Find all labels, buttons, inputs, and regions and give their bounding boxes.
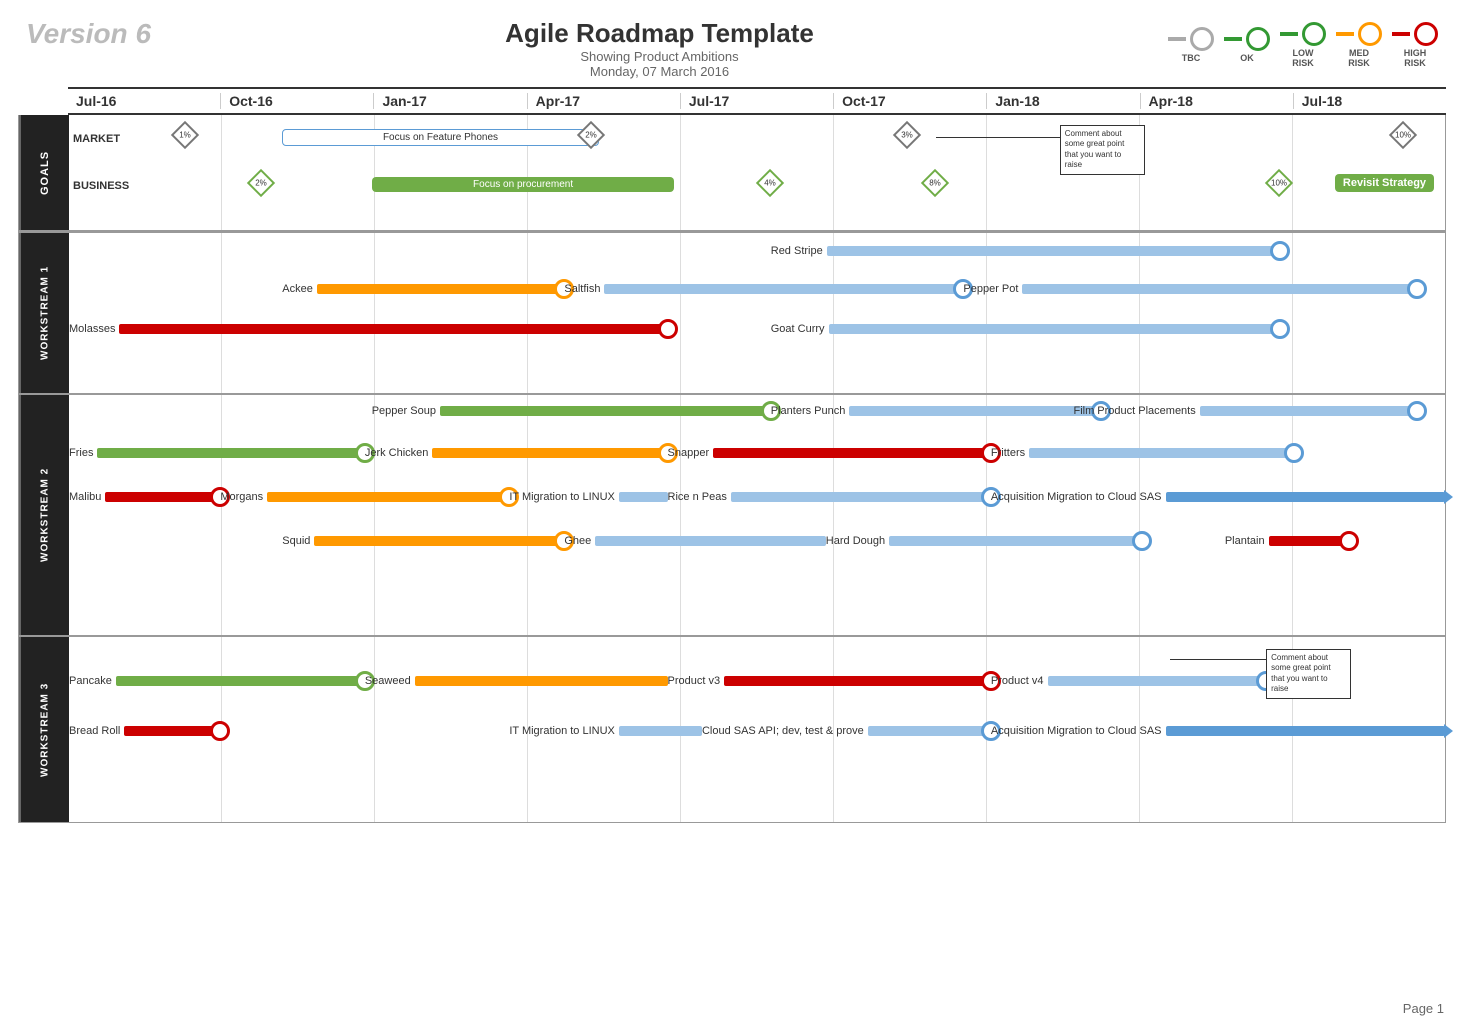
ws3-acquisition-migration: Acquisition Migration to Cloud SAS xyxy=(991,725,1445,737)
ws3-label: WORKSTREAM 3 xyxy=(19,637,69,822)
date: Monday, 07 March 2016 xyxy=(151,64,1168,79)
workstreams-grid: WORKSTREAM 1 Red Stripe xyxy=(18,233,1446,823)
page-title: Agile Roadmap Template xyxy=(151,18,1168,49)
market-comment: Comment about some great point that you … xyxy=(1060,125,1145,175)
market-diamond-3: 3% xyxy=(897,125,917,145)
subtitle: Showing Product Ambitions xyxy=(151,49,1168,64)
workstreams-content: WORKSTREAM 1 Red Stripe xyxy=(19,233,1445,822)
ws3-it-migration: IT Migration to LINUX xyxy=(509,725,702,737)
market-diamond-1: 1% xyxy=(175,125,195,145)
ws3-product-v3: Product v3 xyxy=(668,675,991,687)
ws2-snapper: Snapper xyxy=(668,447,991,459)
biz-diamond-2: 2% xyxy=(251,173,271,193)
ws2-pepper-soup: Pepper Soup xyxy=(372,405,771,417)
ws2-row: WORKSTREAM 2 Pepper Soup xyxy=(19,395,1445,637)
ws2-malibu: Malibu xyxy=(69,491,220,503)
month-oct17: Oct-17 xyxy=(833,93,986,109)
ws2-morgans: Morgans xyxy=(220,491,509,503)
legend-tbc: TBC xyxy=(1168,27,1214,63)
ws1-content: Red Stripe Ackee Saltfish xyxy=(69,233,1445,393)
market-diamond-10: 10% xyxy=(1393,125,1413,145)
ws1-saltfish: Saltfish xyxy=(564,283,963,295)
biz-diamond-10: 10% xyxy=(1269,173,1289,193)
goals-content: MARKET BUSINESS 1% Focus on Feature Phon… xyxy=(69,115,1445,230)
ws2-plantain: Plantain xyxy=(1225,535,1349,547)
ws2-film-product: Film Product Placements xyxy=(1073,405,1417,417)
ws2-planters-punch: Planters Punch xyxy=(771,405,1101,417)
header: Version 6 Agile Roadmap Template Showing… xyxy=(10,10,1454,87)
ws3-comment-line xyxy=(1170,659,1266,660)
ws2-hard-dough: Hard Dough xyxy=(826,535,1142,547)
ws1-red-stripe: Red Stripe xyxy=(771,245,1280,257)
page: Version 6 Agile Roadmap Template Showing… xyxy=(0,0,1464,1026)
ws3-seaweed: Seaweed xyxy=(365,675,668,687)
market-label: MARKET xyxy=(73,133,120,145)
legend-high-risk: HIGHRISK xyxy=(1392,22,1438,68)
ws1-label: WORKSTREAM 1 xyxy=(19,233,69,393)
goals-section: GOALS MARKET BUSINESS 1% xyxy=(19,115,1445,232)
biz-diamond-4: 4% xyxy=(760,173,780,193)
month-jul16: Jul-16 xyxy=(68,93,220,109)
focus-feature-phones-bar[interactable]: Focus on Feature Phones xyxy=(282,129,598,146)
page-number: Page 1 xyxy=(1403,1001,1444,1016)
legend-low-risk: LOWRISK xyxy=(1280,22,1326,68)
comment-line-market xyxy=(936,137,1060,138)
version-label: Version 6 xyxy=(26,18,151,50)
goals-label: GOALS xyxy=(19,115,69,230)
ws2-content: Pepper Soup Planters Punch xyxy=(69,395,1445,635)
biz-diamond-8: 8% xyxy=(925,173,945,193)
ws3-bread-roll: Bread Roll xyxy=(69,725,220,737)
month-oct16: Oct-16 xyxy=(220,93,373,109)
ws3-product-v4: Product v4 xyxy=(991,675,1266,687)
business-label: BUSINESS xyxy=(73,180,129,192)
month-apr17: Apr-17 xyxy=(527,93,680,109)
month-jan18: Jan-18 xyxy=(986,93,1139,109)
ws2-squid: Squid xyxy=(282,535,564,547)
ws2-acquisition-migration: Acquisition Migration to Cloud SAS xyxy=(991,491,1445,503)
legend-ok: OK xyxy=(1224,27,1270,63)
ws3-comment: Comment about some great point that you … xyxy=(1266,649,1351,699)
market-diamond-2: 2% xyxy=(581,125,601,145)
revisit-strategy-button[interactable]: Revisit Strategy xyxy=(1335,173,1434,192)
ws2-fritters: Fritters xyxy=(991,447,1294,459)
ws2-fries: Fries xyxy=(69,447,365,459)
ws1-goat-curry: Goat Curry xyxy=(771,323,1280,335)
timeline-header: Jul-16 Oct-16 Jan-17 Apr-17 Jul-17 Oct-1… xyxy=(68,87,1446,115)
ws1-molasses: Molasses xyxy=(69,323,668,335)
month-jul17: Jul-17 xyxy=(680,93,833,109)
main-grid: GOALS MARKET BUSINESS 1% xyxy=(18,115,1446,233)
ws3-row: WORKSTREAM 3 Comment about some great po… xyxy=(19,637,1445,822)
legend-med-risk: MEDRISK xyxy=(1336,22,1382,68)
ws3-pancake: Pancake xyxy=(69,675,365,687)
ws1-pepper-pot: Pepper Pot xyxy=(963,283,1417,295)
ws1-row: WORKSTREAM 1 Red Stripe xyxy=(19,233,1445,395)
focus-procurement-bar[interactable]: Focus on procurement xyxy=(372,177,675,192)
ws3-content: Comment about some great point that you … xyxy=(69,637,1445,822)
month-apr18: Apr-18 xyxy=(1140,93,1293,109)
month-jul18: Jul-18 xyxy=(1293,93,1446,109)
ws2-it-migration: IT Migration to LINUX xyxy=(509,491,667,503)
ws2-jerk-chicken: Jerk Chicken xyxy=(365,447,668,459)
month-jan17: Jan-17 xyxy=(373,93,526,109)
ws2-label: WORKSTREAM 2 xyxy=(19,395,69,635)
ws1-ackee: Ackee xyxy=(282,283,564,295)
title-block: Agile Roadmap Template Showing Product A… xyxy=(151,18,1168,79)
ws3-cloud-sas-api: Cloud SAS API; dev, test & prove xyxy=(702,725,991,737)
ws2-ghee: Ghee xyxy=(564,535,825,547)
legend: TBC OK LOWRISK xyxy=(1168,18,1438,68)
ws2-rice-peas: Rice n Peas xyxy=(668,491,991,503)
